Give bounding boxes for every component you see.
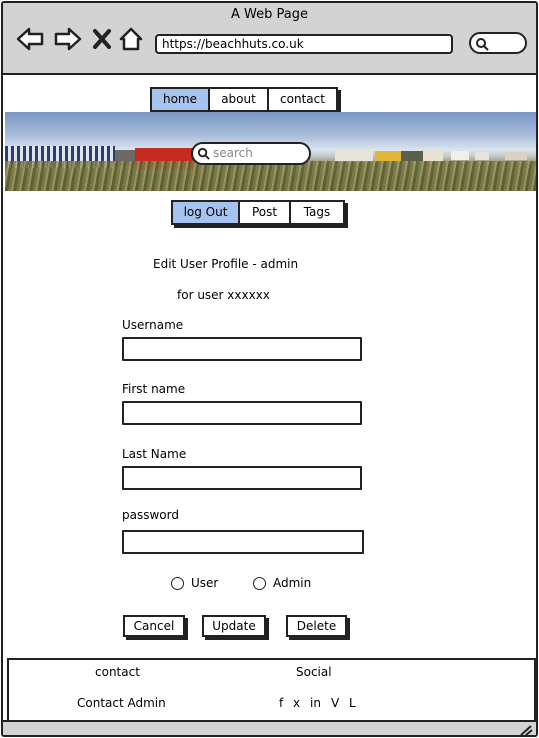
username-field[interactable] <box>122 337 362 361</box>
tab-post[interactable]: Post <box>240 202 291 223</box>
browser-window: A Web Page https://beachhuts.co.uk home … <box>1 1 538 737</box>
url-bar[interactable]: https://beachhuts.co.uk <box>155 34 453 54</box>
stop-x-icon[interactable] <box>91 25 113 53</box>
update-button[interactable]: Update <box>202 615 266 637</box>
social-linkedin-link[interactable]: in <box>310 696 321 710</box>
form-subtitle: for user xxxxxx <box>177 288 270 302</box>
contact-admin-link[interactable]: Contact Admin <box>77 696 166 710</box>
search-icon <box>197 147 210 160</box>
browser-search-box[interactable] <box>469 32 527 54</box>
password-field[interactable] <box>122 530 364 554</box>
social-v-link[interactable]: V <box>331 696 339 710</box>
site-nav: home about contact <box>150 87 338 112</box>
tab-log-out[interactable]: log Out <box>173 202 240 223</box>
tab-tags[interactable]: Tags <box>291 202 343 223</box>
lastname-label: Last Name <box>122 447 187 461</box>
back-arrow-icon[interactable] <box>15 25 45 53</box>
search-icon <box>476 38 489 51</box>
password-label: password <box>122 508 179 522</box>
role-user-label: User <box>191 576 219 590</box>
hut-white-3 <box>475 152 489 160</box>
page-footer: contact Social Contact Admin f x in V L <box>7 658 536 722</box>
window-title: A Web Page <box>231 7 308 22</box>
social-x-link[interactable]: x <box>293 696 300 710</box>
tab-contact[interactable]: contact <box>269 89 336 110</box>
social-facebook-link[interactable]: f <box>279 696 283 710</box>
user-nav: log Out Post Tags <box>171 200 345 225</box>
footer-contact-heading: contact <box>95 665 140 679</box>
home-icon[interactable] <box>118 25 144 53</box>
role-user-radio[interactable] <box>171 577 184 590</box>
grass-foreground <box>5 161 536 191</box>
firstname-field[interactable] <box>122 401 362 425</box>
browser-chrome: A Web Page https://beachhuts.co.uk <box>3 3 536 75</box>
tab-about[interactable]: about <box>210 89 269 110</box>
url-text: https://beachhuts.co.uk <box>162 37 304 51</box>
form-title: Edit User Profile - admin <box>153 257 299 271</box>
hut-beige <box>505 152 527 160</box>
lastname-field[interactable] <box>122 466 362 490</box>
firstname-label: First name <box>122 382 186 396</box>
status-bar <box>3 720 536 736</box>
resize-grip-icon[interactable] <box>519 724 533 736</box>
forward-arrow-icon[interactable] <box>53 25 83 53</box>
social-l-link[interactable]: L <box>349 696 356 710</box>
site-search-input[interactable]: search <box>191 142 311 165</box>
username-label: Username <box>122 318 184 332</box>
footer-social-heading: Social <box>296 665 332 679</box>
hut-cream <box>423 150 443 161</box>
tab-home[interactable]: home <box>152 89 210 110</box>
role-admin-label: Admin <box>273 576 312 590</box>
search-placeholder: search <box>213 146 253 160</box>
role-admin-radio[interactable] <box>253 577 266 590</box>
hut-white-2 <box>451 151 469 160</box>
cancel-button[interactable]: Cancel <box>123 615 185 637</box>
hut-green <box>401 151 423 161</box>
delete-button[interactable]: Delete <box>286 615 347 637</box>
